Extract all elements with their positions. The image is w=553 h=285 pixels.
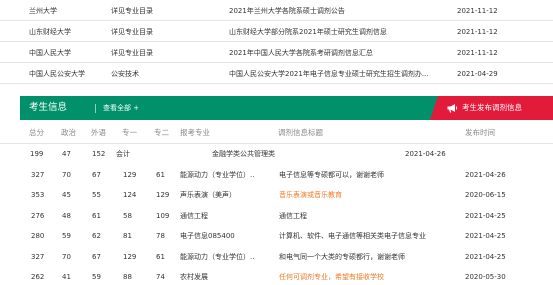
- cell-politics: 48: [62, 211, 71, 220]
- cell-english: 67: [92, 170, 101, 179]
- publish-button-label: 考生发布调剂信息: [462, 103, 522, 112]
- table-row[interactable]: 262 41 59 88 74 农村发展 任何可调剂专业，希望有接收学校 202…: [0, 267, 553, 285]
- cell-subject1: 124: [123, 191, 137, 199]
- section-title: 考生信息: [29, 102, 68, 113]
- cell-english: 152: [92, 150, 106, 158]
- cell-politics: 47: [62, 150, 71, 158]
- header-total: 总分: [29, 128, 44, 137]
- table-row[interactable]: 353 45 55 124 129 声乐表演（美声） 音乐表演或音乐教育 202…: [0, 185, 553, 206]
- cell-date: 2020-05-30: [465, 273, 506, 281]
- cell-politics: 59: [62, 232, 71, 240]
- cell-english: 67: [92, 252, 101, 261]
- school-notice-date: 2021-04-29: [457, 69, 498, 78]
- cell-title[interactable]: 音乐表演或音乐教育: [279, 191, 342, 200]
- header-major: 报考专业: [180, 128, 210, 137]
- cell-total: 276: [31, 211, 45, 220]
- publish-adjustment-button[interactable]: 考生发布调剂信息: [430, 96, 553, 120]
- table-row[interactable]: 199 47 152 会计 金融学类公共管理类 2021-04-26: [0, 144, 553, 165]
- header-politics: 政治: [61, 128, 76, 137]
- cell-title[interactable]: 电子信息等专硕都可以，谢谢老师: [279, 171, 384, 180]
- table-row[interactable]: 276 48 61 58 109 通信工程 通信工程 2021-04-25: [0, 206, 553, 227]
- view-all-link[interactable]: 查看全部 +: [103, 104, 139, 113]
- cell-total: 262: [31, 273, 45, 281]
- header-subject1: 专一: [122, 128, 137, 137]
- cell-subject1: 129: [123, 170, 137, 179]
- cell-total: 327: [31, 252, 45, 261]
- cell-title[interactable]: 通信工程: [279, 212, 307, 221]
- school-name[interactable]: 山东财经大学: [29, 28, 71, 37]
- cell-major: 声乐表演（美声）: [180, 191, 236, 199]
- cell-date: 2021-04-26: [405, 150, 446, 158]
- cell-subject2: 61: [156, 170, 165, 179]
- title-divider: [95, 104, 96, 113]
- cell-total: 327: [31, 170, 45, 179]
- cell-subject1: 88: [123, 273, 132, 281]
- cell-total: 353: [31, 191, 45, 199]
- school-notice-title[interactable]: 2021年兰州大学各院系硕士调剂公告: [229, 7, 345, 16]
- cell-english: 61: [92, 211, 101, 220]
- header-title: 调剂信息标题: [278, 128, 323, 137]
- cell-total: 199: [30, 150, 44, 158]
- cell-major: 能源动力（专业学位）..: [180, 170, 255, 179]
- student-table-header: 总分 政治 外语 专一 专二 报考专业 调剂信息标题 发布时间: [0, 122, 553, 144]
- student-info-table: 199 47 152 会计 金融学类公共管理类 2021-04-26 327 7…: [0, 144, 553, 285]
- school-name[interactable]: 中国人民大学: [29, 49, 71, 58]
- cell-title[interactable]: 和电气同一个大类的专硕都行，谢谢老师: [279, 253, 405, 262]
- header-english: 外语: [91, 128, 106, 137]
- school-dept: 详见专业目录: [111, 6, 153, 15]
- school-notice-title[interactable]: 中国人民公安大学2021年电子信息专业硕士研究生招生调剂办...: [229, 70, 429, 79]
- cell-politics: 45: [62, 191, 71, 199]
- cell-date: 2021-04-25: [465, 252, 506, 261]
- school-row[interactable]: 山东财经大学 详见专业目录 山东财经大学部分院系2021年硕士研究生调剂信息 2…: [0, 21, 553, 42]
- cell-politics: 70: [62, 170, 71, 179]
- table-row[interactable]: 327 70 67 129 61 能源动力（专业学位）.. 和电气同一个大类的专…: [0, 247, 553, 268]
- cell-politics: 70: [62, 252, 71, 261]
- school-dept: 公安技术: [111, 69, 139, 78]
- cell-title[interactable]: 金融学类公共管理类: [212, 150, 275, 159]
- school-notice-date: 2021-11-12: [457, 6, 498, 15]
- cell-english: 62: [92, 232, 101, 240]
- cell-subject1: 81: [123, 232, 132, 240]
- cell-title[interactable]: 计算机、软件、电子通信等相关类电子信息专业: [279, 232, 426, 241]
- cell-date: 2021-04-26: [465, 170, 506, 179]
- school-row[interactable]: 兰州大学 详见专业目录 2021年兰州大学各院系硕士调剂公告 2021-11-1…: [0, 0, 553, 21]
- cell-english: 59: [92, 273, 101, 281]
- school-notice-date: 2021-11-12: [457, 27, 498, 36]
- school-notice-title[interactable]: 山东财经大学部分院系2021年硕士研究生调剂信息: [229, 28, 387, 37]
- cell-total: 280: [31, 232, 45, 240]
- school-name[interactable]: 兰州大学: [29, 7, 57, 16]
- table-row[interactable]: 327 70 67 129 61 能源动力（专业学位）.. 电子信息等专硕都可以…: [0, 165, 553, 186]
- school-name[interactable]: 中国人民公安大学: [29, 70, 85, 79]
- cell-subject2: 109: [156, 211, 170, 220]
- school-dept: 详见专业目录: [111, 48, 153, 57]
- school-dept: 详见专业目录: [111, 27, 153, 36]
- school-row[interactable]: 中国人民大学 详见专业目录 2021年中国人民大学各院系考研调剂信息汇总 202…: [0, 42, 553, 63]
- cell-subject2: 129: [156, 191, 170, 199]
- cell-subject1: 129: [123, 252, 137, 261]
- cell-subject2: 74: [156, 273, 165, 281]
- school-adjustment-list: 兰州大学 详见专业目录 2021年兰州大学各院系硕士调剂公告 2021-11-1…: [0, 0, 553, 84]
- cell-date: 2020-06-15: [465, 191, 506, 199]
- header-subject2: 专二: [154, 128, 169, 137]
- school-row[interactable]: 中国人民公安大学 公安技术 中国人民公安大学2021年电子信息专业硕士研究生招生…: [0, 63, 553, 84]
- school-notice-title[interactable]: 2021年中国人民大学各院系考研调剂信息汇总: [229, 49, 373, 58]
- cell-major: 农村发展: [180, 273, 208, 281]
- cell-major: 能源动力（专业学位）..: [180, 252, 255, 261]
- cell-subject2: 61: [156, 252, 165, 261]
- cell-subject1: 58: [123, 211, 132, 220]
- cell-major: 电子信息085400: [180, 232, 235, 240]
- cell-english: 55: [92, 191, 101, 199]
- megaphone-icon: [447, 104, 458, 113]
- header-date: 发布时间: [465, 128, 495, 137]
- school-notice-date: 2021-11-12: [457, 48, 498, 57]
- cell-major: 通信工程: [180, 211, 208, 220]
- cell-politics: 41: [62, 273, 71, 281]
- cell-title[interactable]: 任何可调剂专业，希望有接收学校: [279, 273, 384, 282]
- cell-subject2: 78: [156, 232, 165, 240]
- cell-date: 2021-04-25: [465, 211, 506, 220]
- cell-subject1: 会计: [116, 150, 130, 158]
- cell-date: 2021-04-25: [465, 232, 506, 240]
- table-row[interactable]: 280 59 62 81 78 电子信息085400 计算机、软件、电子通信等相…: [0, 226, 553, 247]
